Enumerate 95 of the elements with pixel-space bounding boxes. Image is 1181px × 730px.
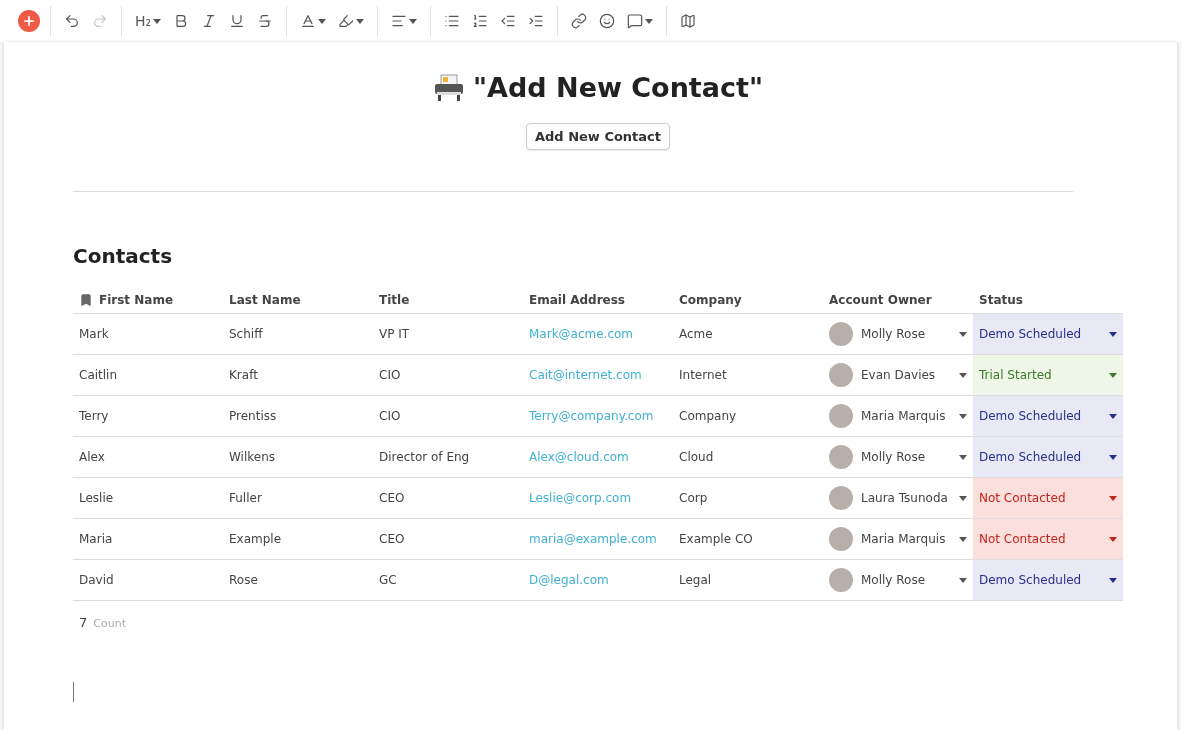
avatar <box>829 486 853 510</box>
undo-icon <box>64 13 80 29</box>
column-header[interactable]: Account Owner <box>823 286 973 314</box>
avatar <box>829 527 853 551</box>
text-cursor <box>73 682 74 702</box>
column-header[interactable]: Title <box>373 286 523 314</box>
table-heading: Contacts <box>73 244 174 268</box>
document-title: "Add New Contact" <box>473 72 763 103</box>
table-cell: CIO <box>373 355 523 396</box>
owner-dropdown[interactable]: Molly Rose <box>829 437 967 477</box>
table-cell: Prentiss <box>223 396 373 437</box>
caret-icon <box>959 413 967 419</box>
table-cell: Leslie <box>73 478 223 519</box>
redo-icon <box>92 13 108 29</box>
caret-icon <box>959 495 967 501</box>
bullet-list-icon <box>444 13 461 29</box>
plus-icon <box>22 14 36 28</box>
bookmark-icon <box>79 292 93 307</box>
align-left-icon <box>391 13 408 29</box>
caret-icon <box>959 372 967 378</box>
link-icon <box>571 13 588 29</box>
avatar <box>829 445 853 469</box>
add-button[interactable] <box>18 10 40 32</box>
table-cell: Rose <box>223 560 373 601</box>
heading-button[interactable]: H₂ <box>132 8 165 34</box>
column-header[interactable]: Company <box>673 286 823 314</box>
caret-icon <box>1109 495 1117 501</box>
table-cell: Maria <box>73 519 223 560</box>
table-cell: Acme <box>673 314 823 355</box>
table-cell: Director of Eng <box>373 437 523 478</box>
table-cell: Corp <box>673 478 823 519</box>
column-header[interactable]: Last Name <box>223 286 373 314</box>
table-cell: VP IT <box>373 314 523 355</box>
avatar <box>829 404 853 428</box>
table-cell: Kraft <box>223 355 373 396</box>
indent-icon <box>528 13 545 29</box>
add-contact-button[interactable]: Add New Contact <box>525 123 671 150</box>
underline-icon <box>229 13 246 29</box>
text-color-icon <box>300 13 317 29</box>
table-cell: Example CO <box>673 519 823 560</box>
caret-icon <box>1109 413 1117 419</box>
caret-icon <box>1109 536 1117 542</box>
caret-icon <box>1109 372 1117 378</box>
caret-icon <box>959 536 967 542</box>
caret-icon <box>959 454 967 460</box>
table-cell: Company <box>673 396 823 437</box>
highlighter-icon <box>338 13 355 29</box>
table-cell: Internet <box>673 355 823 396</box>
avatar <box>829 363 853 387</box>
status-dropdown[interactable]: Demo Scheduled <box>973 560 1123 601</box>
table-cell: David <box>73 560 223 601</box>
column-header[interactable]: First Name <box>73 286 223 314</box>
caret-icon <box>1109 331 1117 337</box>
owner-dropdown[interactable]: Evan Davies <box>829 355 967 395</box>
outdent-icon <box>500 13 517 29</box>
caret-icon <box>959 331 967 337</box>
table-cell: Wilkens <box>223 437 373 478</box>
status-dropdown[interactable]: Demo Scheduled <box>973 314 1123 355</box>
printer-icon <box>433 73 465 102</box>
table-cell: Terry <box>73 396 223 437</box>
table-cell: Example <box>223 519 373 560</box>
caret-icon <box>1109 454 1117 460</box>
row-count: 7 <box>79 615 88 630</box>
count-label: Count <box>93 617 126 630</box>
status-dropdown[interactable]: Demo Scheduled <box>973 396 1123 437</box>
avatar <box>829 568 853 592</box>
status-dropdown[interactable]: Demo Scheduled <box>973 437 1123 478</box>
table-cell: GC <box>373 560 523 601</box>
table-cell: Cloud <box>673 437 823 478</box>
status-dropdown[interactable]: Not Contacted <box>973 519 1123 560</box>
caret-icon <box>1109 577 1117 583</box>
owner-dropdown[interactable]: Molly Rose <box>829 314 967 354</box>
table-cell: Schiff <box>223 314 373 355</box>
comment-icon <box>627 13 644 29</box>
map-icon <box>680 13 697 29</box>
avatar <box>829 322 853 346</box>
owner-dropdown[interactable]: Molly Rose <box>829 560 967 600</box>
table-cell: Legal <box>673 560 823 601</box>
table-cell: CEO <box>373 519 523 560</box>
table-cell: CEO <box>373 478 523 519</box>
owner-dropdown[interactable]: Laura Tsunoda <box>829 478 967 518</box>
strikethrough-icon <box>257 13 274 29</box>
smiley-icon <box>599 13 616 29</box>
column-header[interactable]: Email Address <box>523 286 673 314</box>
owner-dropdown[interactable]: Maria Marquis <box>829 519 967 559</box>
table-cell: CIO <box>373 396 523 437</box>
table-cell: Alex <box>73 437 223 478</box>
table-cell: Fuller <box>223 478 373 519</box>
status-dropdown[interactable]: Trial Started <box>973 355 1123 396</box>
table-cell: Mark <box>73 314 223 355</box>
owner-dropdown[interactable]: Maria Marquis <box>829 396 967 436</box>
numbered-list-icon <box>472 13 489 29</box>
table-cell: Caitlin <box>73 355 223 396</box>
status-dropdown[interactable]: Not Contacted <box>973 478 1123 519</box>
caret-icon <box>959 577 967 583</box>
